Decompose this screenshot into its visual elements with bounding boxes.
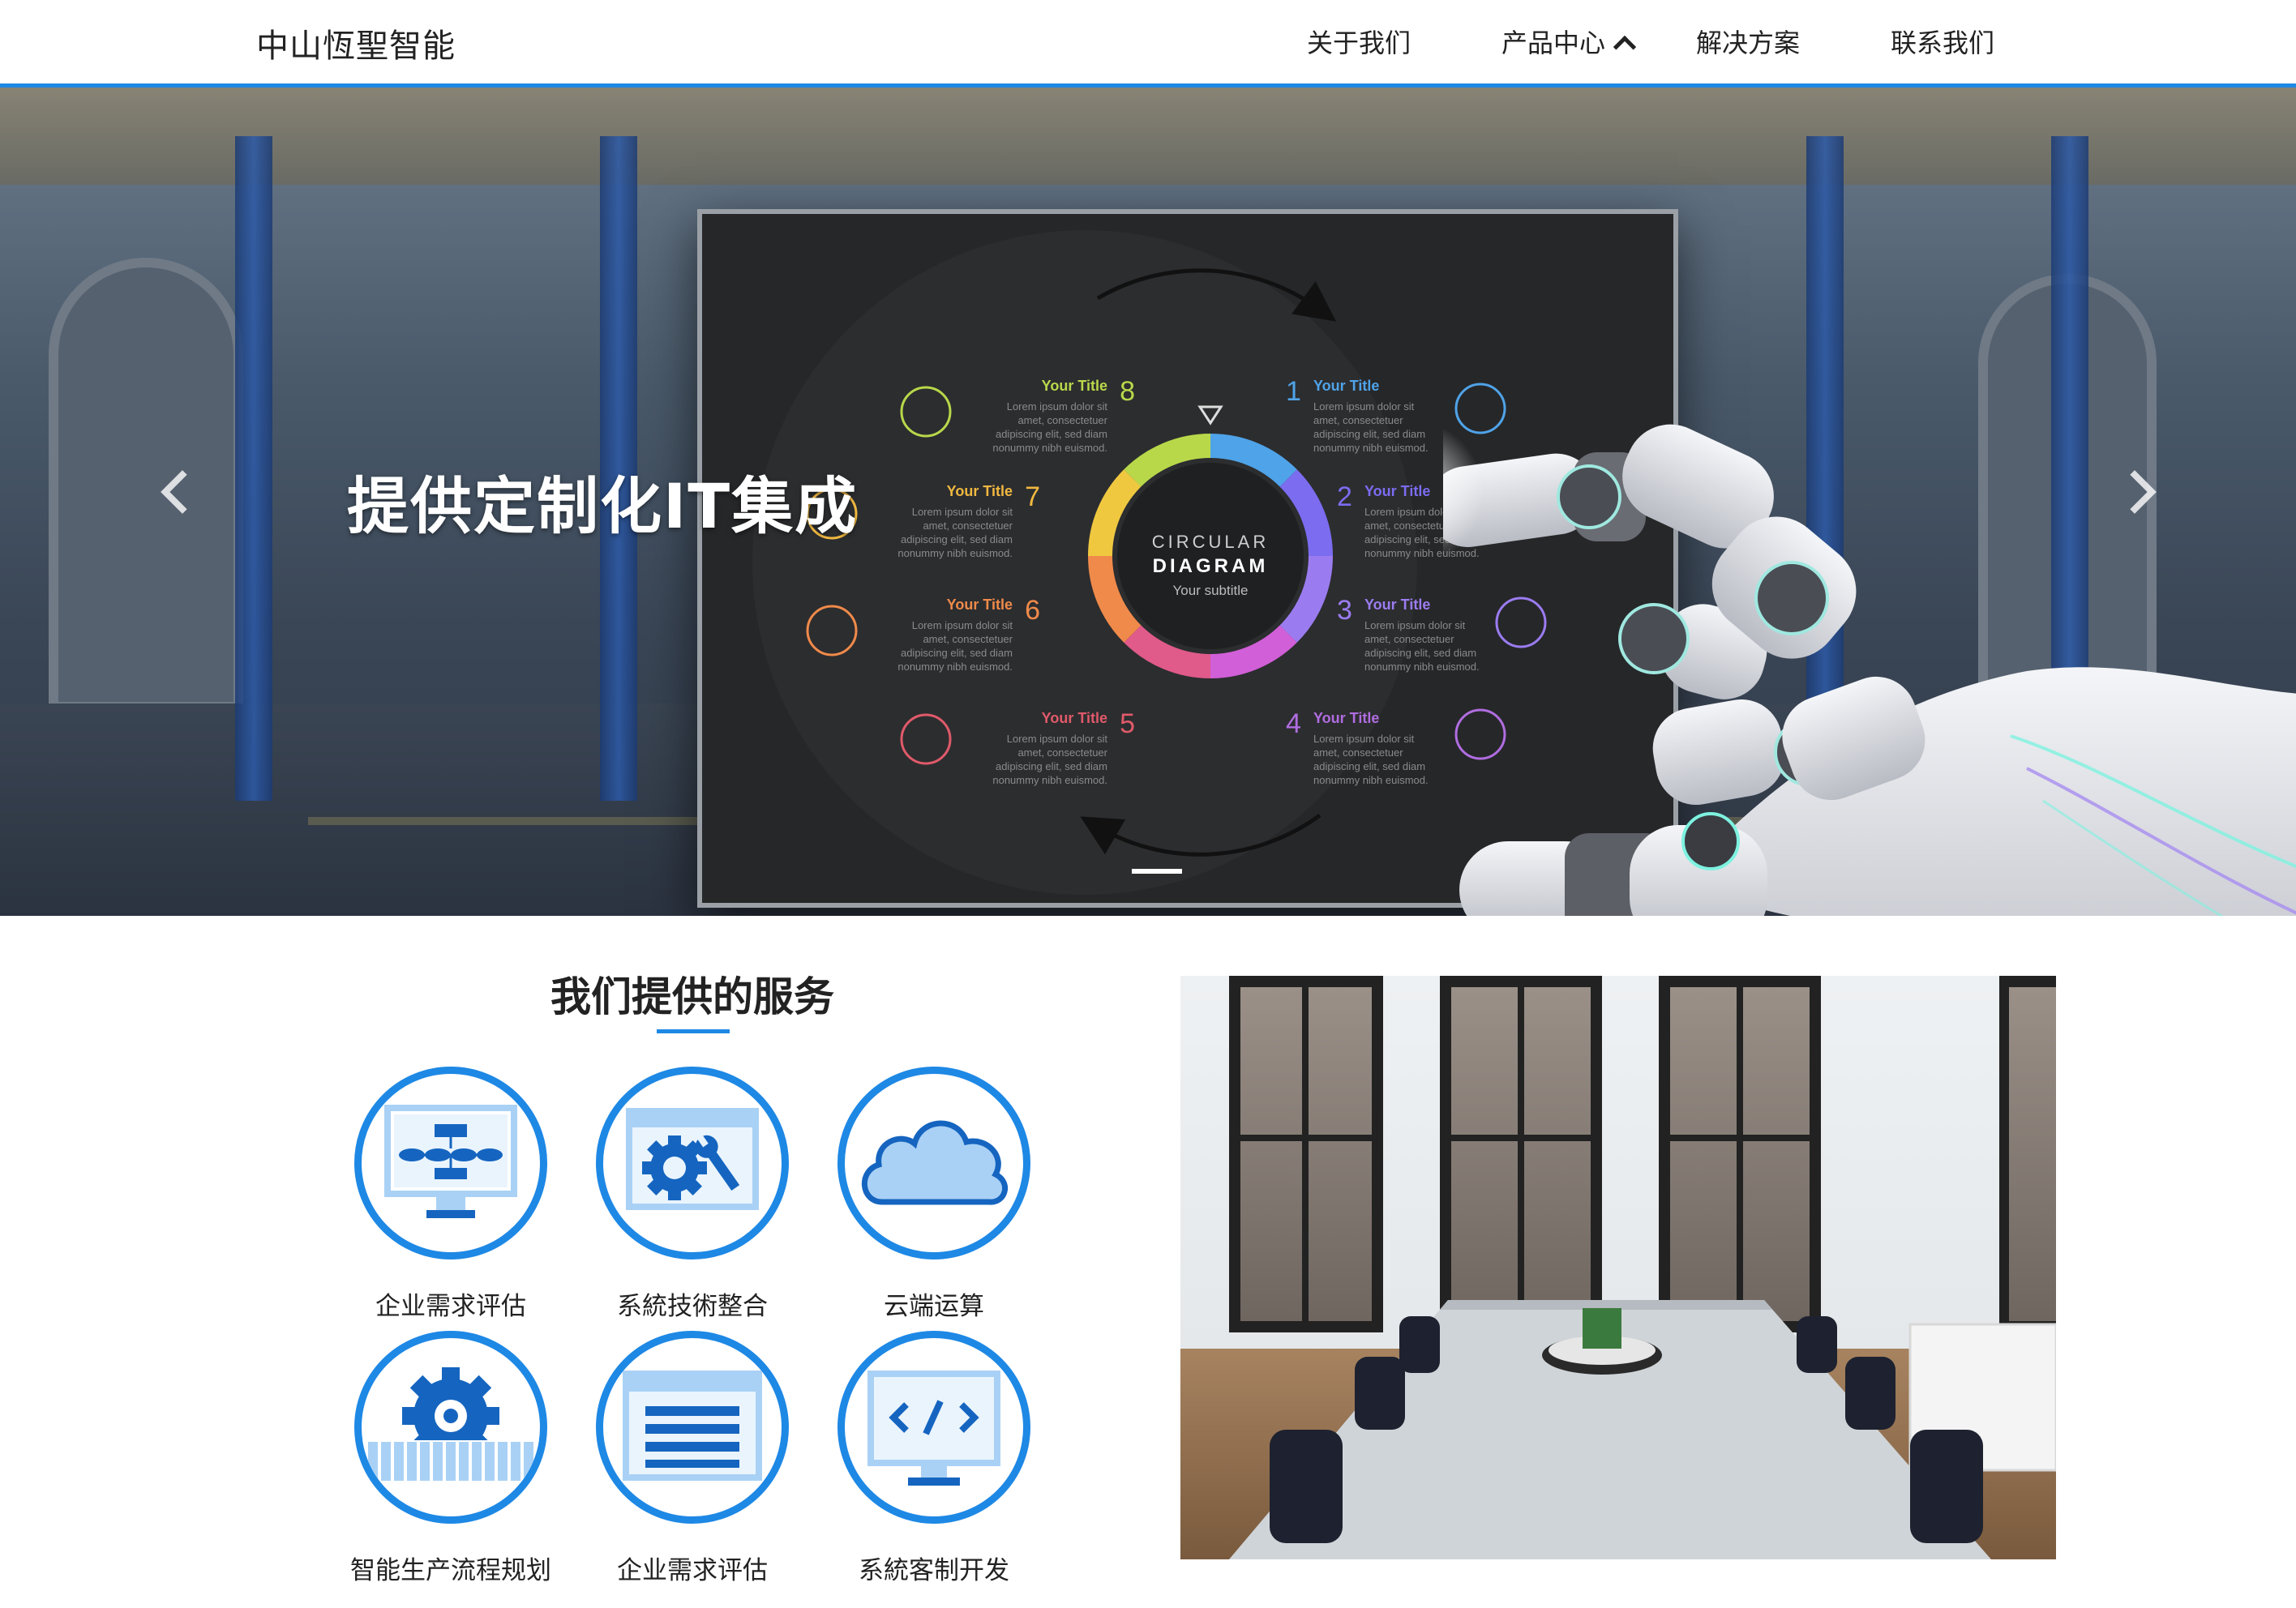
hero-background-ceiling	[0, 88, 2296, 185]
diagram-item-text: amet, consectetuer	[1364, 520, 1454, 532]
service-label: 智能生产流程规划	[350, 1556, 551, 1585]
diagram-item-text: amet, consectetuer	[1017, 414, 1107, 426]
diagram-item-text: nonummy nibh euismod.	[897, 547, 1013, 559]
flowchart-monitor-icon	[354, 1067, 547, 1259]
diagram-item-text: amet, consectetuer	[1364, 633, 1454, 645]
diagram-item-title: Your Title	[1042, 378, 1107, 394]
service-label: 系統技術整合	[617, 1292, 768, 1321]
hero-carousel: CIRCULAR DIAGRAM Your subtitle 1 Your Tit…	[0, 88, 2296, 916]
diagram-item-text: adipiscing elit, sed diam	[996, 760, 1107, 772]
diagram-item-text: adipiscing elit, sed diam	[1313, 428, 1425, 440]
diagram-item-text: nonummy nibh euismod.	[897, 661, 1013, 673]
diagram-item-text: Lorem ipsum dolor sit	[1313, 400, 1415, 413]
service-item[interactable]: 智能生产流程规划	[329, 1331, 572, 1586]
cloud-icon	[837, 1067, 1030, 1259]
gear-wrench-icon	[596, 1067, 789, 1259]
hero-background-pillar	[235, 136, 272, 801]
conference-room-photo	[1180, 976, 2056, 1559]
diagram-item-text: Lorem ipsum dolor sit	[1007, 733, 1108, 745]
diagram-item-title: Your Title	[1313, 710, 1379, 726]
diagram-item-text: nonummy nibh euismod.	[1313, 774, 1429, 786]
diagram-item-number: 6	[1025, 595, 1040, 626]
diagram-item-number: 4	[1286, 708, 1301, 739]
navbar: 中山恆聖智能 关于我们 产品中心 解决方案 联系我们	[0, 0, 2296, 88]
diagram-item-text: adipiscing elit, sed diam	[901, 533, 1013, 545]
diagram-subtitle: Your subtitle	[1173, 583, 1249, 598]
diagram-title-bottom: DIAGRAM	[1153, 555, 1269, 577]
chevron-up-icon	[1613, 35, 1637, 59]
diagram-item-number: 3	[1337, 595, 1352, 626]
carousel-indicator-active[interactable]	[1132, 869, 1182, 874]
code-monitor-icon	[837, 1331, 1030, 1524]
diagram-item-number: 2	[1337, 481, 1352, 512]
diagram-item-title: Your Title	[1364, 597, 1430, 613]
service-item[interactable]: 企业需求评估	[329, 1067, 572, 1322]
diagram-item-icon	[900, 713, 952, 765]
service-item[interactable]: 企业需求评估	[571, 1331, 814, 1586]
nav-about[interactable]: 关于我们	[1307, 23, 1411, 60]
services-title-underline	[657, 1029, 730, 1033]
hero-background-arch	[49, 258, 243, 712]
diagram-item-text: adipiscing elit, sed diam	[1313, 760, 1425, 772]
diagram-item-number: 1	[1286, 376, 1301, 407]
hero-caption: 提供定制化IT集成	[347, 470, 859, 542]
diagram-item-number: 8	[1120, 376, 1135, 407]
service-label: 企业需求评估	[375, 1292, 526, 1321]
diagram-item-icon	[900, 386, 952, 438]
diagram-item-text: nonummy nibh euismod.	[992, 774, 1107, 786]
diagram-pointer-icon	[1197, 405, 1223, 426]
services-title: 我们提供的服务	[550, 973, 834, 1020]
service-item[interactable]: 系統技術整合	[571, 1067, 814, 1322]
diagram-item-text: amet, consectetuer	[1313, 746, 1403, 759]
diagram-item-text: nonummy nibh euismod.	[992, 442, 1107, 454]
robot-hand-illustration	[1443, 424, 2296, 916]
diagram-item-text: amet, consectetuer	[1313, 414, 1403, 426]
diagram-item-text: amet, consectetuer	[923, 520, 1013, 532]
service-label: 云端运算	[884, 1292, 984, 1321]
diagram-title-top: CIRCULAR	[1152, 532, 1269, 552]
service-item[interactable]: 云端运算	[812, 1067, 1056, 1322]
nav-contact[interactable]: 联系我们	[1891, 23, 1994, 60]
gear-conveyor-icon	[354, 1331, 547, 1524]
diagram-arrow-bottom	[1080, 813, 1321, 857]
diagram-arrow-top	[1096, 268, 1337, 322]
nav-products-label: 产品中心	[1501, 28, 1606, 58]
document-window-icon	[596, 1331, 789, 1524]
nav-products[interactable]: 产品中心	[1501, 23, 1637, 60]
diagram-item-text: Lorem ipsum dolor sit	[1007, 400, 1108, 413]
service-item[interactable]: 系統客制开发	[812, 1331, 1056, 1586]
service-label: 企业需求评估	[617, 1556, 768, 1585]
diagram-item-text: adipiscing elit, sed diam	[996, 428, 1107, 440]
diagram-item-number: 5	[1120, 708, 1135, 739]
diagram-item-text: amet, consectetuer	[1017, 746, 1107, 759]
service-label: 系統客制开发	[859, 1556, 1009, 1585]
diagram-item-text: Lorem ipsum dolor sit	[912, 619, 1013, 631]
diagram-item-title: Your Title	[1042, 710, 1107, 726]
diagram-item-text: adipiscing elit, sed diam	[901, 647, 1013, 659]
diagram-item-text: amet, consectetuer	[923, 633, 1013, 645]
nav-solutions[interactable]: 解决方案	[1696, 23, 1800, 60]
diagram-item-text: Lorem ipsum dolor sit	[1313, 733, 1415, 745]
brand-logo-text[interactable]: 中山恆聖智能	[256, 19, 456, 66]
diagram-item-number: 7	[1025, 481, 1040, 512]
diagram-item-text: Lorem ipsum dolor sit	[912, 506, 1013, 518]
diagram-item-title: Your Title	[947, 483, 1013, 499]
diagram-item-title: Your Title	[1313, 378, 1379, 394]
diagram-item-icon	[806, 605, 858, 656]
diagram-item-title: Your Title	[1364, 483, 1430, 499]
diagram-item-text: nonummy nibh euismod.	[1313, 442, 1429, 454]
hero-floor-stripe	[308, 817, 762, 825]
diagram-item-title: Your Title	[947, 597, 1013, 613]
